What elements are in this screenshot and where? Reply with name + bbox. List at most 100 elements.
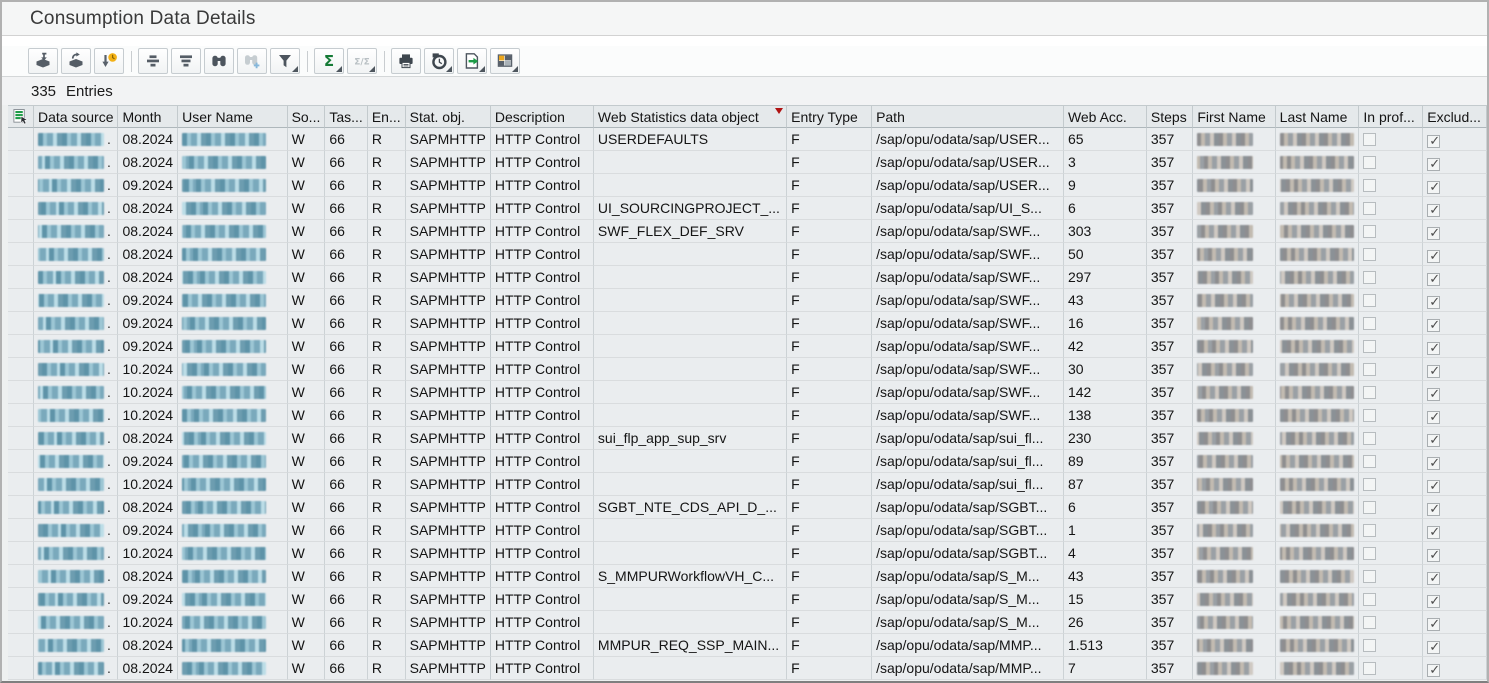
total-button[interactable]: Σ xyxy=(314,48,344,74)
checked-checkbox[interactable] xyxy=(1427,503,1440,516)
unchecked-checkbox[interactable] xyxy=(1363,248,1376,261)
column-header-in_profile[interactable]: In prof... xyxy=(1359,105,1423,128)
cell-excluded[interactable] xyxy=(1423,496,1487,519)
cell-in_profile[interactable] xyxy=(1359,128,1423,151)
cell-row-selector[interactable] xyxy=(8,381,34,404)
cell-in_profile[interactable] xyxy=(1359,588,1423,611)
unchecked-checkbox[interactable] xyxy=(1363,501,1376,514)
cell-in_profile[interactable] xyxy=(1359,197,1423,220)
cell-row-selector[interactable] xyxy=(8,657,34,680)
cell-in_profile[interactable] xyxy=(1359,450,1423,473)
cell-excluded[interactable] xyxy=(1423,565,1487,588)
unchecked-checkbox[interactable] xyxy=(1363,386,1376,399)
unchecked-checkbox[interactable] xyxy=(1363,593,1376,606)
checked-checkbox[interactable] xyxy=(1427,181,1440,194)
unchecked-checkbox[interactable] xyxy=(1363,294,1376,307)
checked-checkbox[interactable] xyxy=(1427,549,1440,562)
cell-in_profile[interactable] xyxy=(1359,404,1423,427)
cell-excluded[interactable] xyxy=(1423,358,1487,381)
unchecked-checkbox[interactable] xyxy=(1363,409,1376,422)
cell-in_profile[interactable] xyxy=(1359,611,1423,634)
unchecked-checkbox[interactable] xyxy=(1363,133,1376,146)
cell-in_profile[interactable] xyxy=(1359,427,1423,450)
unchecked-checkbox[interactable] xyxy=(1363,547,1376,560)
cell-excluded[interactable] xyxy=(1423,542,1487,565)
cell-excluded[interactable] xyxy=(1423,243,1487,266)
column-header-entry_type[interactable]: Entry Type xyxy=(787,105,872,128)
cell-in_profile[interactable] xyxy=(1359,519,1423,542)
column-header-month[interactable]: Month xyxy=(118,105,178,128)
cell-excluded[interactable] xyxy=(1423,197,1487,220)
checked-checkbox[interactable] xyxy=(1427,641,1440,654)
cell-in_profile[interactable] xyxy=(1359,151,1423,174)
checked-checkbox[interactable] xyxy=(1427,595,1440,608)
cell-in_profile[interactable] xyxy=(1359,358,1423,381)
cell-row-selector[interactable] xyxy=(8,427,34,450)
unchecked-checkbox[interactable] xyxy=(1363,478,1376,491)
unchecked-checkbox[interactable] xyxy=(1363,179,1376,192)
cell-row-selector[interactable] xyxy=(8,588,34,611)
column-header-description[interactable]: Description xyxy=(491,105,594,128)
unchecked-checkbox[interactable] xyxy=(1363,363,1376,376)
column-header-so[interactable]: So... xyxy=(288,105,326,128)
cell-row-selector[interactable] xyxy=(8,542,34,565)
checked-checkbox[interactable] xyxy=(1427,618,1440,631)
unchecked-checkbox[interactable] xyxy=(1363,455,1376,468)
checked-checkbox[interactable] xyxy=(1427,342,1440,355)
checked-checkbox[interactable] xyxy=(1427,457,1440,470)
unchecked-checkbox[interactable] xyxy=(1363,524,1376,537)
cell-excluded[interactable] xyxy=(1423,634,1487,657)
box-export-button[interactable] xyxy=(61,48,91,74)
cell-row-selector[interactable] xyxy=(8,358,34,381)
cell-in_profile[interactable] xyxy=(1359,381,1423,404)
checked-checkbox[interactable] xyxy=(1427,135,1440,148)
cell-excluded[interactable] xyxy=(1423,151,1487,174)
cell-in_profile[interactable] xyxy=(1359,473,1423,496)
cell-row-selector[interactable] xyxy=(8,335,34,358)
cell-row-selector[interactable] xyxy=(8,151,34,174)
column-header-steps[interactable]: Steps xyxy=(1147,105,1193,128)
cell-excluded[interactable] xyxy=(1423,174,1487,197)
cell-in_profile[interactable] xyxy=(1359,243,1423,266)
column-header-user_name[interactable]: User Name xyxy=(178,105,287,128)
cell-row-selector[interactable] xyxy=(8,611,34,634)
print-button[interactable] xyxy=(391,48,421,74)
cell-row-selector[interactable] xyxy=(8,450,34,473)
cell-excluded[interactable] xyxy=(1423,404,1487,427)
cell-excluded[interactable] xyxy=(1423,427,1487,450)
column-header-web_stat_obj[interactable]: Web Statistics data object xyxy=(594,105,787,128)
cell-row-selector[interactable] xyxy=(8,197,34,220)
cell-in_profile[interactable] xyxy=(1359,542,1423,565)
checked-checkbox[interactable] xyxy=(1427,572,1440,585)
column-header-en[interactable]: En... xyxy=(368,105,406,128)
cell-excluded[interactable] xyxy=(1423,611,1487,634)
unchecked-checkbox[interactable] xyxy=(1363,156,1376,169)
column-header-stat_obj[interactable]: Stat. obj. xyxy=(406,105,491,128)
checked-checkbox[interactable] xyxy=(1427,204,1440,217)
cell-excluded[interactable] xyxy=(1423,588,1487,611)
cell-row-selector[interactable] xyxy=(8,496,34,519)
cell-in_profile[interactable] xyxy=(1359,312,1423,335)
export-button[interactable] xyxy=(457,48,487,74)
cell-row-selector[interactable] xyxy=(8,266,34,289)
checked-checkbox[interactable] xyxy=(1427,296,1440,309)
checked-checkbox[interactable] xyxy=(1427,250,1440,263)
cell-row-selector[interactable] xyxy=(8,174,34,197)
cell-row-selector[interactable] xyxy=(8,473,34,496)
pending-transfer-button[interactable] xyxy=(94,48,124,74)
choose-layout-button[interactable] xyxy=(490,48,520,74)
cell-in_profile[interactable] xyxy=(1359,634,1423,657)
unchecked-checkbox[interactable] xyxy=(1363,271,1376,284)
checked-checkbox[interactable] xyxy=(1427,480,1440,493)
cell-excluded[interactable] xyxy=(1423,657,1487,680)
unchecked-checkbox[interactable] xyxy=(1363,202,1376,215)
checked-checkbox[interactable] xyxy=(1427,388,1440,401)
sort-ascending-button[interactable] xyxy=(138,48,168,74)
find-next-button[interactable] xyxy=(237,48,267,74)
unchecked-checkbox[interactable] xyxy=(1363,340,1376,353)
cell-row-selector[interactable] xyxy=(8,243,34,266)
cell-excluded[interactable] xyxy=(1423,519,1487,542)
cell-in_profile[interactable] xyxy=(1359,289,1423,312)
cell-row-selector[interactable] xyxy=(8,220,34,243)
cell-excluded[interactable] xyxy=(1423,289,1487,312)
